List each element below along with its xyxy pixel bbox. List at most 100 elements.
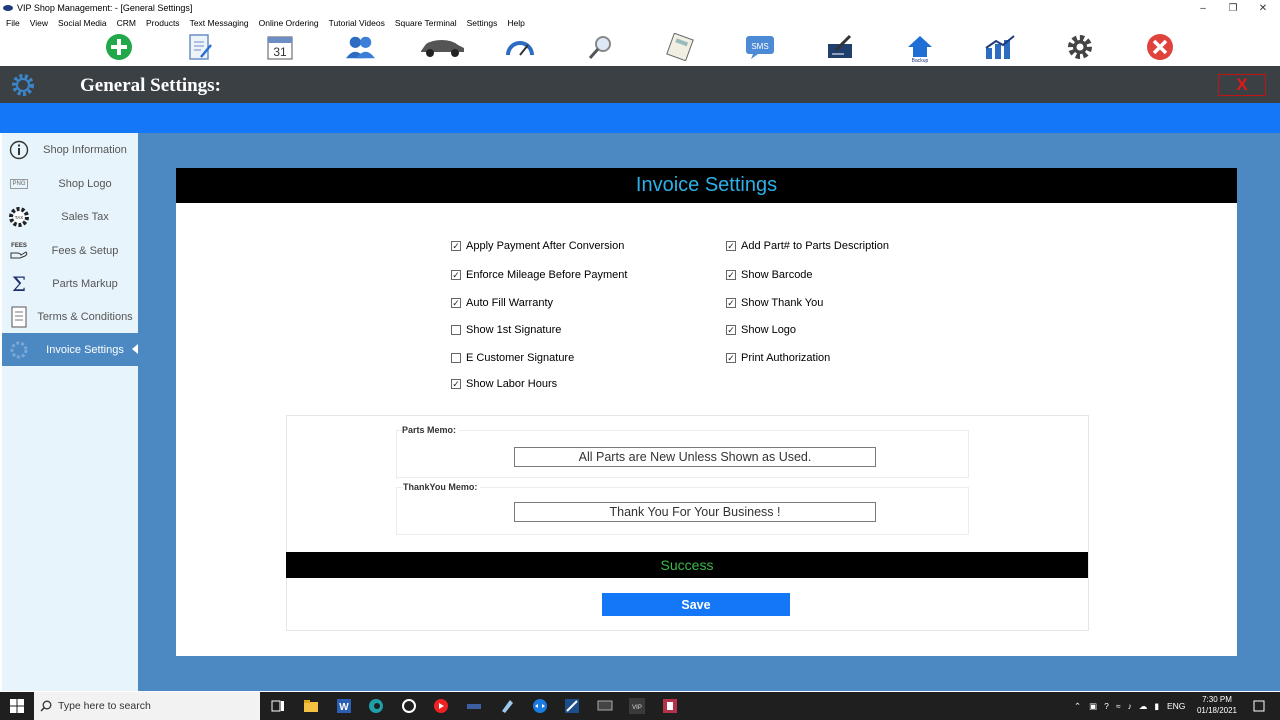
- checkbox-box[interactable]: [451, 353, 461, 363]
- menu-bar: File View Social Media CRM Products Text…: [0, 16, 1280, 30]
- checkbox-box[interactable]: ✓: [726, 270, 736, 280]
- calculator-icon[interactable]: [665, 32, 695, 62]
- vip-app-icon[interactable]: VIP: [629, 698, 645, 714]
- system-tray: ⌃ ▣ ? ≈ ♪ ☁ ▮ ENG: [1074, 692, 1185, 720]
- menu-view[interactable]: View: [30, 18, 48, 28]
- menu-crm[interactable]: CRM: [117, 18, 136, 28]
- windows-start-icon[interactable]: [0, 692, 34, 720]
- svg-text:W: W: [339, 702, 349, 713]
- sidebar-item-label: Fees & Setup: [51, 244, 119, 257]
- sidebar-item-parts-markup[interactable]: Σ Parts Markup: [2, 267, 138, 300]
- app-icon-blue[interactable]: [466, 698, 482, 714]
- taskbar-search-input[interactable]: Type here to search: [34, 692, 260, 720]
- sidebar-item-invoice-settings[interactable]: Invoice Settings: [2, 333, 138, 366]
- sms-icon[interactable]: SMS: [745, 32, 775, 62]
- sidebar-item-terms-conditions[interactable]: Terms & Conditions: [2, 300, 138, 333]
- sidebar-item-shop-logo[interactable]: PNG Shop Logo: [2, 167, 138, 200]
- cortana-icon[interactable]: [401, 698, 417, 714]
- edit-document-icon[interactable]: [185, 32, 215, 62]
- checkbox-box[interactable]: ✓: [726, 298, 736, 308]
- checkbox-show-labor-hours[interactable]: ✓ Show Labor Hours: [451, 378, 557, 390]
- sidebar-item-sales-tax[interactable]: TAX Sales Tax: [2, 200, 138, 233]
- home-icon[interactable]: Backup: [905, 32, 935, 66]
- menu-file[interactable]: File: [6, 18, 20, 28]
- settings-gear-icon[interactable]: [1065, 32, 1095, 62]
- parts-memo-input[interactable]: All Parts are New Unless Shown as Used.: [514, 447, 876, 467]
- checkbox-show-1st-signature[interactable]: Show 1st Signature: [451, 324, 561, 336]
- speedometer-icon[interactable]: [505, 32, 535, 62]
- wifi-icon[interactable]: ≈: [1116, 701, 1121, 711]
- sidebar-item-label: Shop Logo: [58, 177, 112, 190]
- settings-header: General Settings: X: [0, 66, 1280, 103]
- checkbox-e-customer-signature[interactable]: E Customer Signature: [451, 352, 574, 364]
- checkbox-add-part-to-parts-description[interactable]: ✓ Add Part# to Parts Description: [726, 240, 889, 252]
- parts-memo-label: Parts Memo:: [402, 425, 460, 435]
- notes-app-icon[interactable]: [499, 698, 515, 714]
- add-icon[interactable]: [104, 32, 134, 62]
- checkbox-auto-fill-warranty[interactable]: ✓ Auto Fill Warranty: [451, 297, 553, 309]
- sidebar-item-label: Parts Markup: [52, 277, 118, 290]
- checkbox-box[interactable]: ✓: [451, 241, 461, 251]
- word-icon[interactable]: W: [336, 698, 352, 714]
- car-icon[interactable]: [418, 32, 466, 62]
- svg-text:VIP: VIP: [632, 705, 642, 711]
- svg-text:SMS: SMS: [751, 42, 768, 51]
- battery-icon[interactable]: ▮: [1154, 701, 1159, 712]
- settings-gear-icon: [10, 72, 36, 98]
- thankyou-memo-label: ThankYou Memo:: [403, 482, 481, 492]
- menu-tutorial-videos[interactable]: Tutorial Videos: [329, 18, 385, 28]
- menu-square-terminal[interactable]: Square Terminal: [395, 18, 457, 28]
- sidebar-item-shop-information[interactable]: Shop Information: [2, 133, 138, 166]
- sidebar-item-fees-setup[interactable]: FEES Fees & Setup: [2, 234, 138, 267]
- notifications-icon[interactable]: [1252, 699, 1266, 713]
- menu-social-media[interactable]: Social Media: [58, 18, 107, 28]
- save-button[interactable]: Save: [602, 593, 790, 616]
- window-close-button[interactable]: ✕: [1248, 0, 1278, 16]
- tray-help-icon[interactable]: ?: [1104, 701, 1109, 711]
- recorder-app-icon[interactable]: [662, 698, 678, 714]
- language-indicator[interactable]: ENG: [1167, 701, 1185, 711]
- menu-help[interactable]: Help: [507, 18, 524, 28]
- search-icon[interactable]: [585, 32, 615, 62]
- checkbox-show-barcode[interactable]: ✓ Show Barcode: [726, 269, 813, 281]
- checkbox-box[interactable]: ✓: [726, 325, 736, 335]
- exit-icon[interactable]: [1145, 32, 1175, 62]
- restore-button[interactable]: ❐: [1218, 0, 1248, 16]
- minimize-button[interactable]: –: [1188, 0, 1218, 16]
- checkbox-show-thank-you[interactable]: ✓ Show Thank You: [726, 297, 823, 309]
- menu-settings[interactable]: Settings: [467, 18, 498, 28]
- checkbox-enforce-mileage-before-payment[interactable]: ✓ Enforce Mileage Before Payment: [451, 269, 627, 281]
- cloud-icon[interactable]: ☁: [1139, 701, 1148, 712]
- customers-icon[interactable]: [345, 32, 375, 62]
- menu-text-messaging[interactable]: Text Messaging: [190, 18, 249, 28]
- file-explorer-icon[interactable]: [303, 698, 319, 714]
- teamviewer-icon[interactable]: [532, 698, 548, 714]
- taskbar-clock[interactable]: 7:30 PM 01/18/2021: [1196, 694, 1238, 716]
- sidebar-item-label: Invoice Settings: [46, 343, 124, 356]
- checkbox-box[interactable]: ✓: [451, 379, 461, 389]
- status-bar: Success: [286, 552, 1088, 578]
- checkbox-box[interactable]: ✓: [451, 298, 461, 308]
- volume-icon[interactable]: ♪: [1128, 701, 1132, 711]
- checkbox-print-authorization[interactable]: ✓ Print Authorization: [726, 352, 830, 364]
- checkbox-box[interactable]: ✓: [451, 270, 461, 280]
- checkbox-apply-payment-after-conversion[interactable]: ✓ Apply Payment After Conversion: [451, 240, 624, 252]
- checkbox-box[interactable]: [451, 325, 461, 335]
- monitor-app-icon[interactable]: [597, 698, 613, 714]
- menu-online-ordering[interactable]: Online Ordering: [259, 18, 319, 28]
- close-settings-button[interactable]: X: [1218, 74, 1266, 96]
- tray-meet-icon[interactable]: ▣: [1089, 701, 1097, 712]
- signature-icon[interactable]: [825, 32, 855, 62]
- checkbox-box[interactable]: ✓: [726, 353, 736, 363]
- checkbox-show-logo[interactable]: ✓ Show Logo: [726, 324, 796, 336]
- calendar-icon[interactable]: 31: [265, 32, 295, 62]
- edge-icon[interactable]: [368, 698, 384, 714]
- blueprint-app-icon[interactable]: [564, 698, 580, 714]
- chart-icon[interactable]: [983, 32, 1017, 62]
- menu-products[interactable]: Products: [146, 18, 180, 28]
- task-view-icon[interactable]: [270, 698, 286, 714]
- checkbox-box[interactable]: ✓: [726, 241, 736, 251]
- tray-chevron-up-icon[interactable]: ⌃: [1074, 701, 1081, 712]
- thankyou-memo-input[interactable]: Thank You For Your Business !: [514, 502, 876, 522]
- youtube-icon[interactable]: [433, 698, 449, 714]
